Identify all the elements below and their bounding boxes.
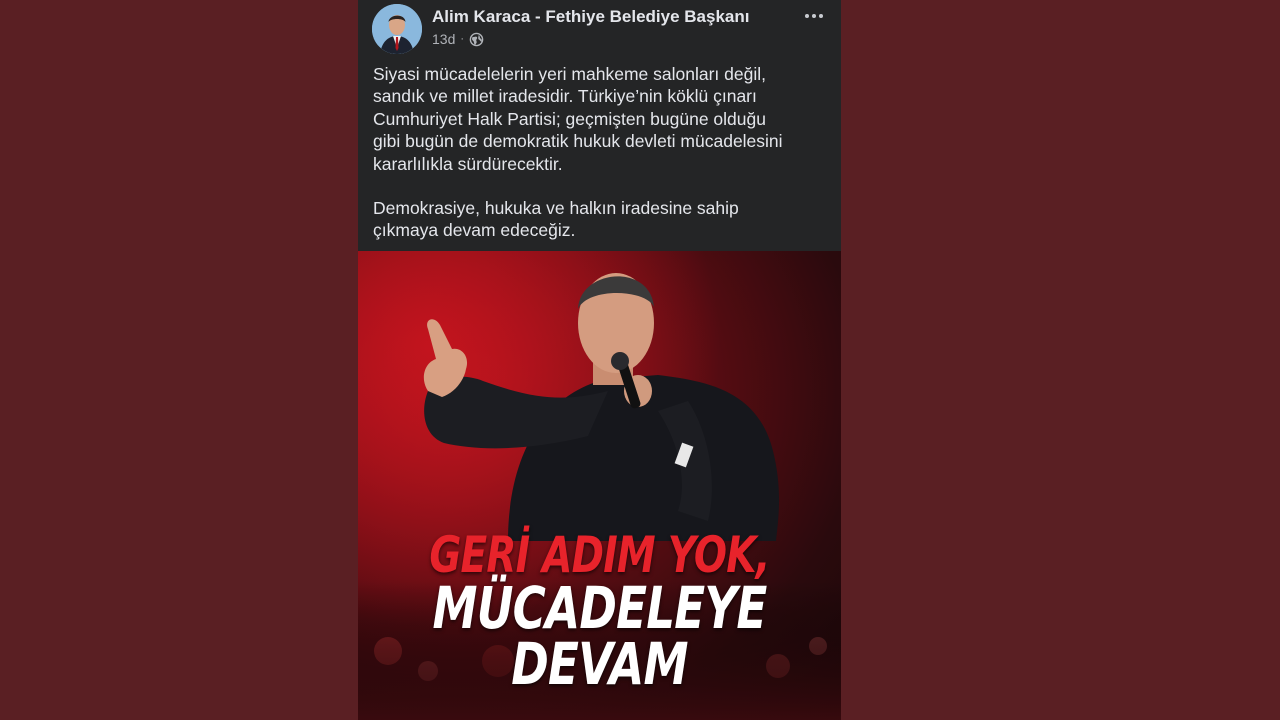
post-time[interactable]: 13d: [432, 31, 455, 47]
more-dot: [812, 14, 816, 18]
post-paragraph-2: Demokrasiye, hukuka ve halkın iradesine …: [373, 198, 739, 241]
post-image[interactable]: GERİ ADIM YOK, MÜCADELEYE DEVAM: [358, 251, 841, 720]
headline-line-3: DEVAM: [511, 630, 688, 698]
globe-icon: [469, 32, 484, 46]
more-dot: [805, 14, 809, 18]
avatar-portrait: [372, 4, 422, 54]
more-options-icon[interactable]: [801, 6, 827, 26]
post-header: Alim Karaca - Fethiye Belediye Başkanı 1…: [358, 0, 841, 58]
author-avatar[interactable]: [372, 4, 422, 54]
more-dot: [819, 14, 823, 18]
meta-separator: ·: [460, 33, 465, 45]
screen: Alim Karaca - Fethiye Belediye Başkanı 1…: [0, 0, 1280, 720]
facebook-post: Alim Karaca - Fethiye Belediye Başkanı 1…: [358, 0, 841, 720]
post-paragraph-1: Siyasi mücadelelerin yeri mahkeme salonl…: [373, 64, 783, 174]
author-name[interactable]: Alim Karaca - Fethiye Belediye Başkanı: [432, 7, 749, 27]
post-body: Siyasi mücadelelerin yeri mahkeme salonl…: [373, 63, 833, 242]
post-meta: 13d ·: [432, 31, 484, 47]
